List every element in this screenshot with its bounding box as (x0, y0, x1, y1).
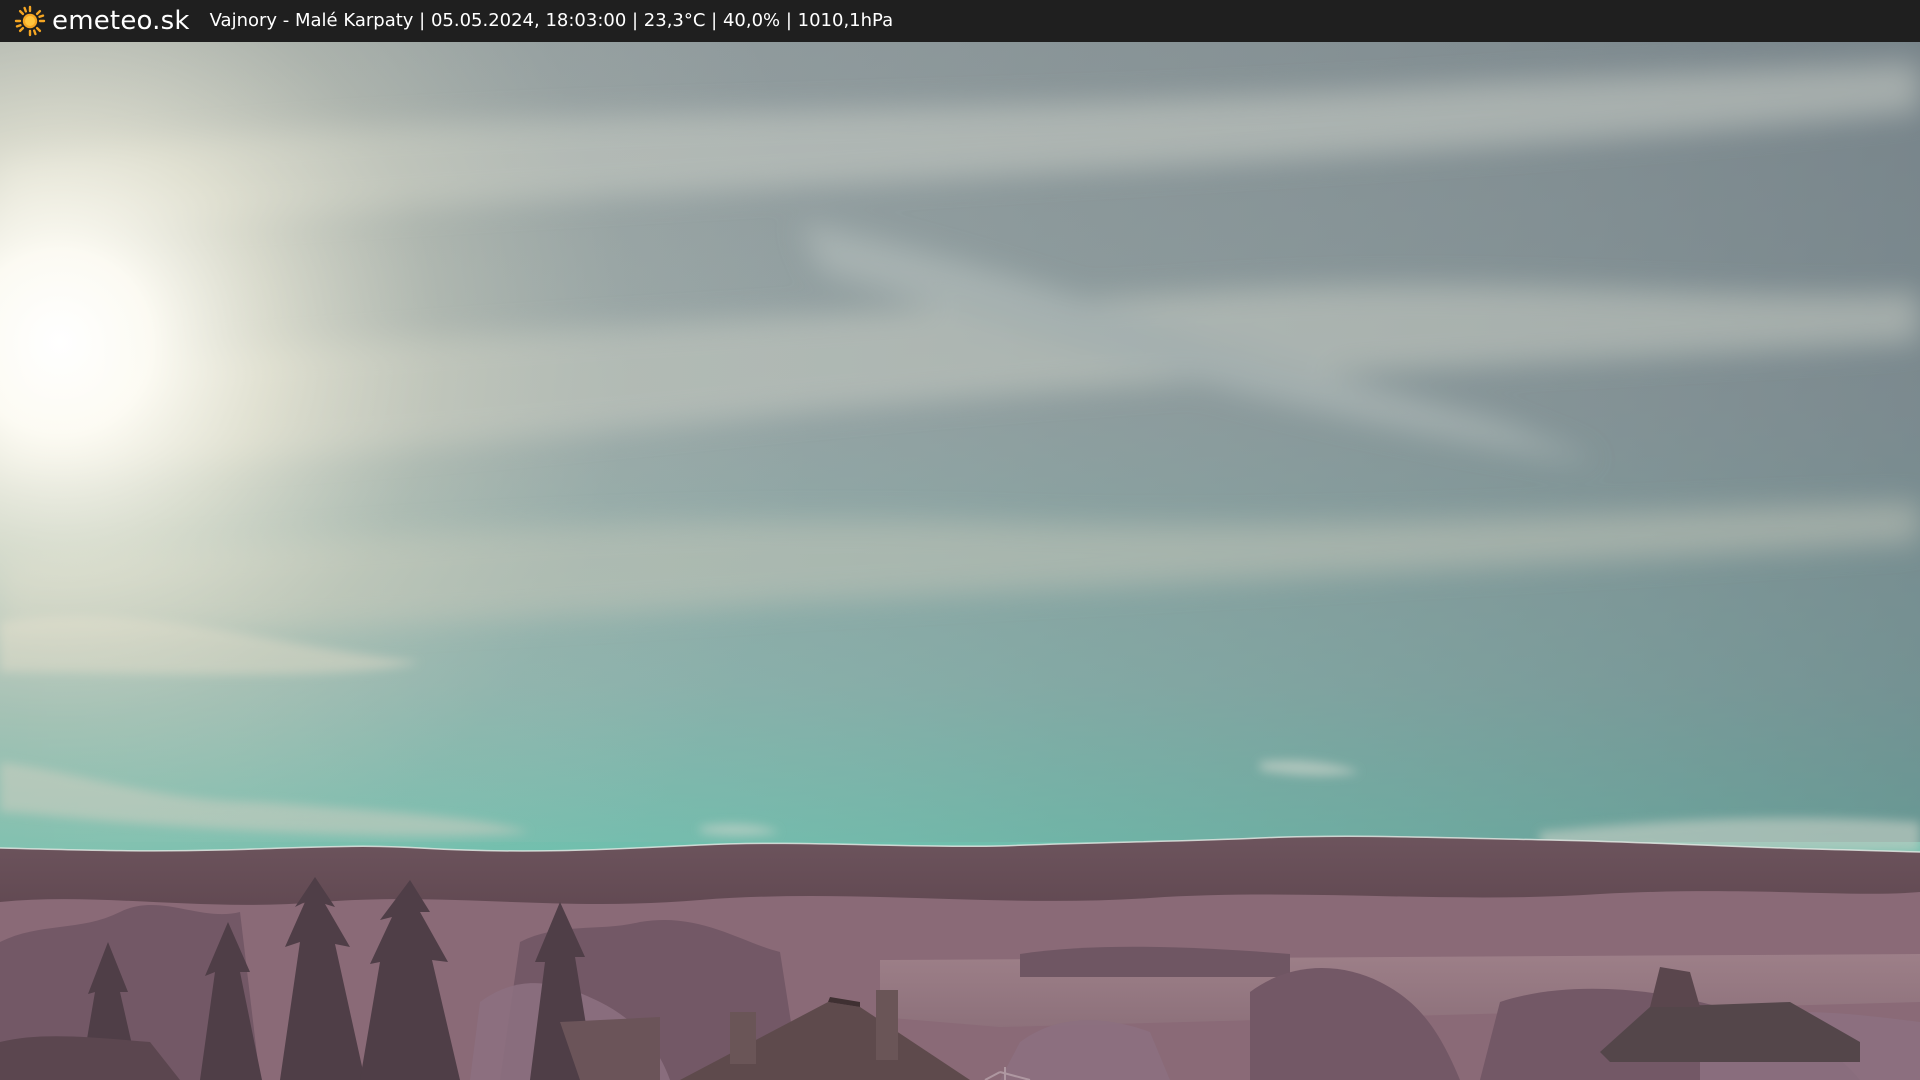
caption-bar: emeteo.sk Vajnory - Malé Karpaty | 05.05… (0, 0, 1920, 42)
webcam-frame: emeteo.sk Vajnory - Malé Karpaty | 05.05… (0, 0, 1920, 1080)
brand-name: emeteo.sk (52, 6, 190, 36)
webcam-image (0, 42, 1920, 1080)
site-logo[interactable]: emeteo.sk (14, 0, 190, 42)
sun-icon (14, 5, 46, 37)
station-info: Vajnory - Malé Karpaty | 05.05.2024, 18:… (209, 10, 894, 31)
